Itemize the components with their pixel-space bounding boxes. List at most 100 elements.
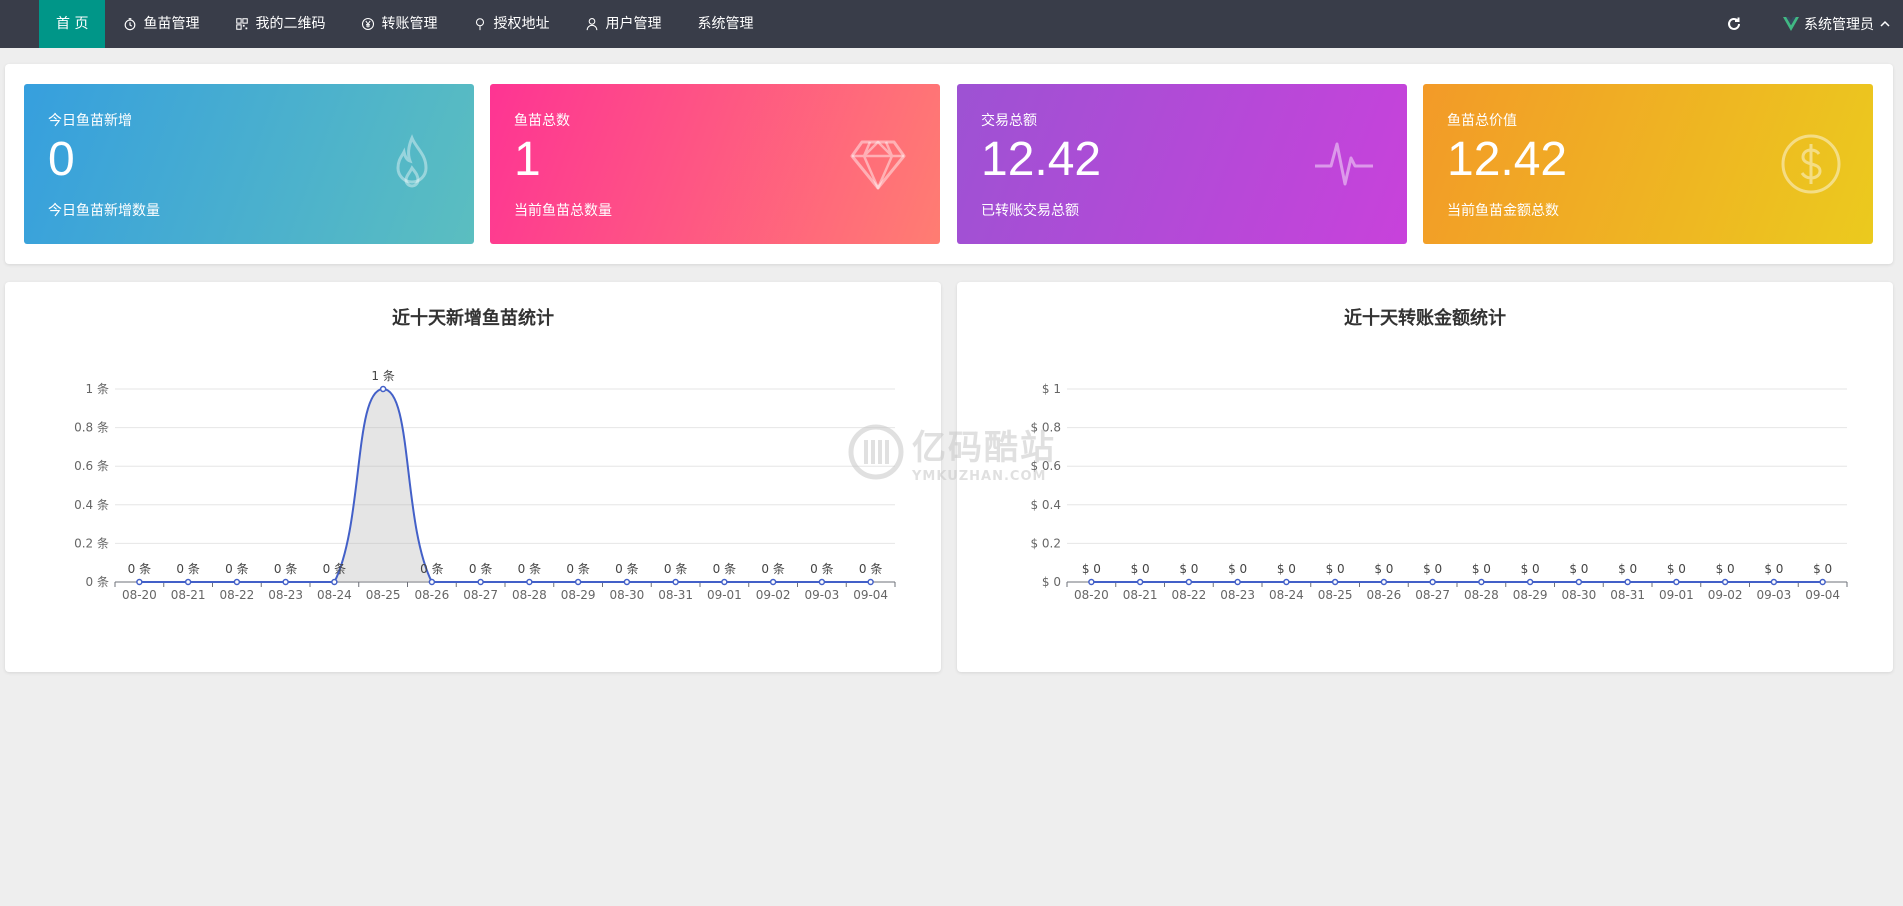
data-label: 0 条: [761, 562, 784, 576]
diamond-icon: [850, 140, 906, 190]
data-label: $ 0: [1082, 562, 1101, 576]
data-label: $ 0: [1813, 562, 1832, 576]
data-point[interactable]: [1429, 578, 1436, 586]
x-tick-label: 09-03: [804, 588, 839, 602]
card-desc: 已转账交易总额: [981, 203, 1079, 219]
x-tick-label: 08-26: [1366, 588, 1401, 602]
vue-logo-icon: [1783, 17, 1799, 31]
data-point[interactable]: [184, 578, 192, 586]
data-point[interactable]: [282, 578, 289, 586]
data-label: 0 条: [566, 562, 589, 576]
x-tick-label: 08-21: [1123, 588, 1158, 602]
data-point[interactable]: [672, 578, 679, 586]
data-point[interactable]: [574, 578, 582, 586]
data-point[interactable]: [1575, 578, 1583, 586]
nav-auth-address[interactable]: 授权地址: [455, 0, 567, 48]
x-tick-label: 09-02: [1708, 588, 1743, 602]
data-point[interactable]: [623, 578, 631, 586]
x-tick-label: 08-30: [1561, 588, 1596, 602]
x-tick-label: 08-20: [122, 588, 157, 602]
x-tick-label: 09-01: [1659, 588, 1694, 602]
y-tick-label: 0 条: [86, 575, 109, 589]
refresh-icon[interactable]: [1725, 15, 1743, 33]
data-point[interactable]: [1088, 578, 1095, 586]
nav-transfer-management[interactable]: 转账管理: [343, 0, 455, 48]
x-tick-label: 08-23: [268, 588, 303, 602]
data-label: $ 0: [1716, 562, 1735, 576]
y-tick-label: 0.6 条: [74, 459, 109, 473]
x-tick-label: 08-27: [463, 588, 498, 602]
watermark-text: 亿码酷站: [912, 428, 1056, 468]
qrcode-icon: [236, 18, 249, 30]
data-label: 0 条: [274, 562, 297, 576]
nav-fish-management-label: 鱼苗管理: [143, 16, 200, 32]
data-point[interactable]: [1526, 578, 1534, 586]
data-point[interactable]: [428, 578, 436, 586]
user-name: 系统管理员: [1804, 17, 1874, 33]
data-point[interactable]: [867, 578, 874, 586]
watermark: 亿码酷站 YMKUZHAN.COM: [848, 420, 1056, 484]
data-label: 0 条: [664, 562, 687, 576]
card-title: 交易总额: [981, 113, 1037, 129]
nav-system-management[interactable]: 系统管理: [679, 0, 771, 48]
card-total-fish: 鱼苗总数 1 当前鱼苗总数量: [490, 84, 940, 244]
data-point[interactable]: [1380, 578, 1388, 586]
x-tick-label: 08-23: [1220, 588, 1255, 602]
card-desc: 当前鱼苗金额总数: [1447, 203, 1559, 219]
data-label: 0 条: [225, 562, 248, 576]
card-transaction-total: 交易总额 12.42 已转账交易总额: [957, 84, 1407, 244]
nav-my-qrcode[interactable]: 我的二维码: [217, 0, 343, 48]
data-point[interactable]: [1721, 578, 1729, 586]
data-label: 1 条: [371, 369, 394, 383]
data-point[interactable]: [1234, 578, 1241, 586]
card-title: 今日鱼苗新增: [48, 113, 132, 129]
data-point[interactable]: [1770, 578, 1778, 586]
card-title: 鱼苗总数: [514, 113, 570, 129]
data-point[interactable]: [1624, 578, 1631, 586]
data-point[interactable]: [1673, 578, 1680, 586]
data-point[interactable]: [379, 385, 387, 393]
data-point[interactable]: [477, 578, 484, 586]
data-point[interactable]: [331, 578, 338, 586]
nav-system-management-label: 系统管理: [697, 16, 754, 32]
data-point[interactable]: [1819, 578, 1826, 586]
card-fish-value: 鱼苗总价值 12.42 当前鱼苗金额总数: [1423, 84, 1873, 244]
user-icon: [587, 18, 598, 31]
x-tick-label: 08-22: [219, 588, 254, 602]
data-point[interactable]: [1136, 578, 1144, 586]
data-point[interactable]: [1283, 578, 1290, 586]
data-label: 0 条: [615, 562, 638, 576]
data-label: $ 0: [1228, 562, 1247, 576]
x-tick-label: 09-04: [1805, 588, 1840, 602]
data-point[interactable]: [136, 578, 143, 586]
data-point[interactable]: [1331, 578, 1339, 586]
nav-user-management[interactable]: 用户管理: [567, 0, 679, 48]
data-point[interactable]: [1478, 578, 1485, 586]
nav-auth-address-label: 授权地址: [493, 16, 550, 32]
x-tick-label: 08-27: [1415, 588, 1450, 602]
watermark-subtext: YMKUZHAN.COM: [912, 469, 1047, 484]
card-value: 12.42: [981, 133, 1102, 186]
x-tick-label: 09-03: [1756, 588, 1791, 602]
user-menu[interactable]: 系统管理员: [1783, 14, 1891, 34]
nav-home[interactable]: 首 页: [39, 0, 106, 48]
x-tick-label: 08-22: [1171, 588, 1206, 602]
data-point[interactable]: [721, 578, 728, 586]
data-point[interactable]: [818, 578, 826, 586]
y-tick-label: $ 1: [1042, 382, 1061, 396]
pulse-icon: [1315, 142, 1373, 186]
data-point[interactable]: [1185, 578, 1193, 586]
x-tick-label: 09-02: [756, 588, 791, 602]
nav-fish-management[interactable]: 鱼苗管理: [105, 0, 217, 48]
data-label: 0 条: [420, 562, 443, 576]
nav-my-qrcode-label: 我的二维码: [255, 16, 326, 32]
data-label: 0 条: [128, 562, 151, 576]
x-tick-label: 08-24: [317, 588, 352, 602]
x-tick-label: 08-28: [512, 588, 547, 602]
chart-new-fish: 0 条 0.2 条 0.4 条 0.6 条 0.8 条 1 条 08-20 08-21 08-2…: [74, 369, 896, 602]
x-tick-label: 08-29: [1513, 588, 1548, 602]
x-tick-label: 08-31: [658, 588, 693, 602]
data-point[interactable]: [233, 578, 241, 586]
data-point[interactable]: [526, 578, 533, 586]
data-point[interactable]: [769, 578, 777, 586]
